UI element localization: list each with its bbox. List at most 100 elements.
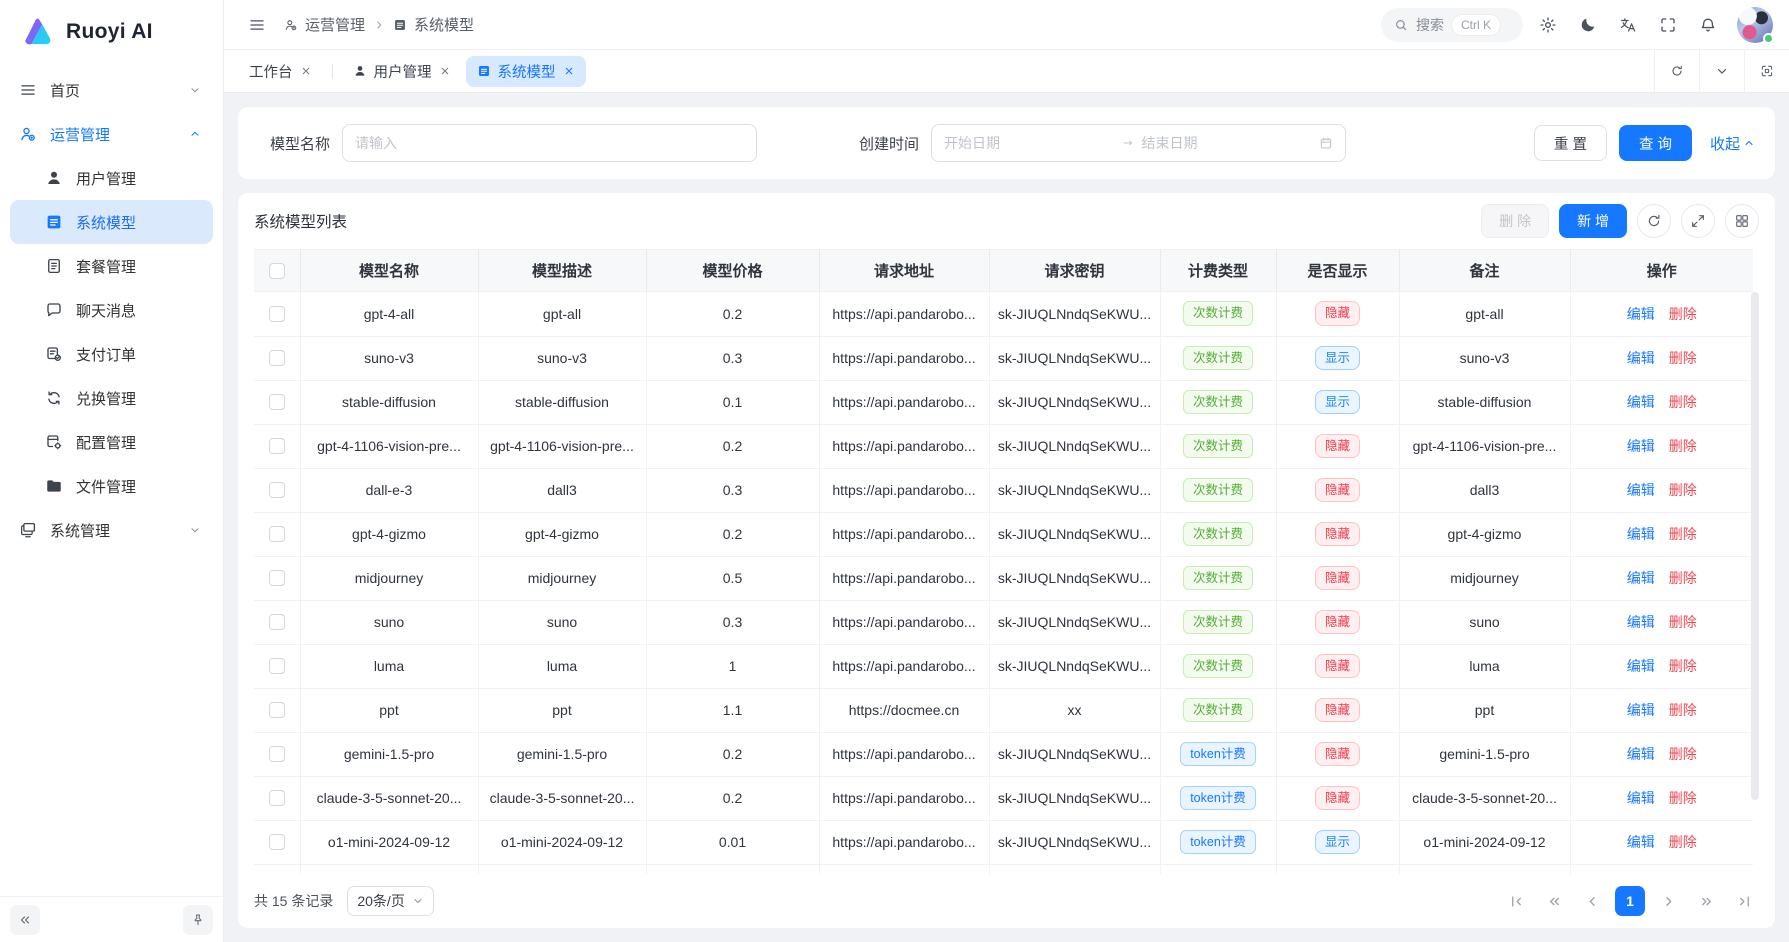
edit-link[interactable]: 编辑 <box>1627 526 1655 542</box>
row-checkbox[interactable] <box>269 746 285 762</box>
row-checkbox[interactable] <box>269 614 285 630</box>
cell-name: o1-mini-2024-09-12 <box>300 820 478 864</box>
delete-link[interactable]: 删除 <box>1669 834 1697 850</box>
add-button[interactable]: 新 增 <box>1559 204 1627 238</box>
sidebar-item-user-manage[interactable]: 用户管理 <box>0 156 223 200</box>
collapse-sidebar-button[interactable] <box>10 905 40 935</box>
delete-link[interactable]: 删除 <box>1669 702 1697 718</box>
date-range-picker[interactable] <box>931 124 1346 162</box>
table-fullscreen-button[interactable] <box>1681 204 1715 238</box>
model-name-input[interactable] <box>342 124 757 162</box>
delete-link[interactable]: 删除 <box>1669 614 1697 630</box>
delete-link[interactable]: 删除 <box>1669 526 1697 542</box>
sidebar-item-file-manage[interactable]: 文件管理 <box>0 464 223 508</box>
row-checkbox[interactable] <box>269 394 285 410</box>
sidebar-item-system-manage[interactable]: 系统管理 <box>0 508 223 552</box>
cell-visibility: 隐藏 <box>1276 776 1399 820</box>
delete-link[interactable]: 删除 <box>1669 570 1697 586</box>
cell-actions: 编辑删除 <box>1570 820 1753 864</box>
edit-link[interactable]: 编辑 <box>1627 570 1655 586</box>
delete-link[interactable]: 删除 <box>1669 658 1697 674</box>
start-date-input[interactable] <box>944 135 1114 151</box>
delete-link[interactable]: 删除 <box>1669 746 1697 762</box>
user-avatar[interactable] <box>1737 7 1773 43</box>
refresh-table-button[interactable] <box>1637 204 1671 238</box>
page-size-select[interactable]: 20条/页 <box>347 886 433 916</box>
sidebar-item-config-manage[interactable]: 配置管理 <box>0 420 223 464</box>
row-checkbox[interactable] <box>269 790 285 806</box>
edit-link[interactable]: 编辑 <box>1627 306 1655 322</box>
sidebar-item-home[interactable]: 首页 <box>0 68 223 112</box>
global-search[interactable]: 搜索 Ctrl K <box>1381 8 1523 42</box>
reset-button[interactable]: 重 置 <box>1534 125 1607 161</box>
sidebar-item-redeem-manage[interactable]: 兑换管理 <box>0 376 223 420</box>
fullscreen-button[interactable] <box>1651 8 1685 42</box>
search-button[interactable]: 查 询 <box>1619 125 1692 161</box>
cell-key: sk-JIUQLNndqSeKWU... <box>989 644 1160 688</box>
table-scrollbar[interactable] <box>1751 292 1759 800</box>
content-full-button[interactable] <box>1744 50 1789 92</box>
breadcrumb-item-system-model[interactable]: 系统模型 <box>393 14 474 35</box>
first-page-button[interactable] <box>1501 886 1531 916</box>
edit-link[interactable]: 编辑 <box>1627 658 1655 674</box>
column-settings-button[interactable] <box>1725 204 1759 238</box>
prev-page-button[interactable] <box>1577 886 1607 916</box>
select-all-checkbox[interactable] <box>269 263 285 279</box>
row-checkbox[interactable] <box>269 306 285 322</box>
delete-link[interactable]: 删除 <box>1669 790 1697 806</box>
tab-close-icon[interactable] <box>300 65 312 77</box>
end-date-input[interactable] <box>1142 135 1312 151</box>
delete-link[interactable]: 删除 <box>1669 438 1697 454</box>
row-checkbox[interactable] <box>269 438 285 454</box>
next-page-button[interactable] <box>1653 886 1683 916</box>
row-checkbox[interactable] <box>269 834 285 850</box>
edit-link[interactable]: 编辑 <box>1627 834 1655 850</box>
row-checkbox[interactable] <box>269 482 285 498</box>
edit-link[interactable]: 编辑 <box>1627 438 1655 454</box>
sidebar-item-chat-messages[interactable]: 聊天消息 <box>0 288 223 332</box>
last-page-button[interactable] <box>1729 886 1759 916</box>
next-pages-button[interactable] <box>1691 886 1721 916</box>
tab-system-model[interactable]: 系统模型 <box>466 56 586 87</box>
pin-sidebar-button[interactable] <box>183 905 213 935</box>
menu-toggle-button[interactable] <box>240 8 274 42</box>
sidebar-item-package-manage[interactable]: 套餐管理 <box>0 244 223 288</box>
sidebar-item-operations[interactable]: 运营管理 <box>0 112 223 156</box>
settings-button[interactable] <box>1531 8 1565 42</box>
sidebar-item-system-model[interactable]: 系统模型 <box>10 200 213 244</box>
edit-link[interactable]: 编辑 <box>1627 614 1655 630</box>
notifications-button[interactable] <box>1691 8 1725 42</box>
menu-icon <box>248 16 266 34</box>
edit-link[interactable]: 编辑 <box>1627 790 1655 806</box>
edit-link[interactable]: 编辑 <box>1627 394 1655 410</box>
edit-link[interactable]: 编辑 <box>1627 482 1655 498</box>
row-checkbox[interactable] <box>269 658 285 674</box>
edit-link[interactable]: 编辑 <box>1627 702 1655 718</box>
row-checkbox[interactable] <box>269 702 285 718</box>
tab-close-icon[interactable] <box>439 65 451 77</box>
tab-menu-button[interactable] <box>1699 50 1744 92</box>
breadcrumb-item-operations[interactable]: 运营管理 <box>284 14 365 35</box>
current-page[interactable]: 1 <box>1615 886 1645 916</box>
tab-close-icon[interactable] <box>563 65 575 77</box>
delete-selected-button[interactable]: 删 除 <box>1481 204 1549 238</box>
cell-price: 1 <box>646 644 819 688</box>
row-checkbox[interactable] <box>269 570 285 586</box>
delete-link[interactable]: 删除 <box>1669 350 1697 366</box>
tab-user-manage[interactable]: 用户管理 <box>342 56 462 87</box>
chat-icon <box>44 301 64 319</box>
edit-link[interactable]: 编辑 <box>1627 746 1655 762</box>
row-checkbox[interactable] <box>269 350 285 366</box>
row-checkbox[interactable] <box>269 526 285 542</box>
edit-link[interactable]: 编辑 <box>1627 350 1655 366</box>
delete-link[interactable]: 删除 <box>1669 482 1697 498</box>
delete-link[interactable]: 删除 <box>1669 306 1697 322</box>
tab-workbench[interactable]: 工作台 <box>238 56 323 87</box>
prev-pages-button[interactable] <box>1539 886 1569 916</box>
collapse-filter-link[interactable]: 收起 <box>1710 133 1755 154</box>
refresh-tab-button[interactable] <box>1654 50 1699 92</box>
language-button[interactable] <box>1611 8 1645 42</box>
delete-link[interactable]: 删除 <box>1669 394 1697 410</box>
sidebar-item-payment-orders[interactable]: 支付订单 <box>0 332 223 376</box>
theme-toggle-button[interactable] <box>1571 8 1605 42</box>
